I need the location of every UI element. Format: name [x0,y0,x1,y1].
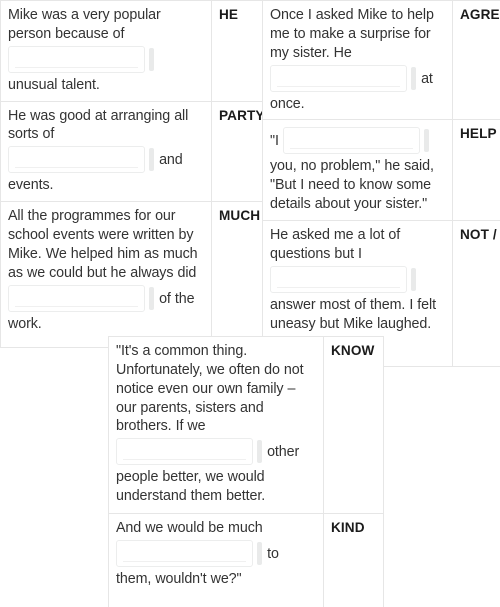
answer-input-not-can[interactable] [270,265,407,293]
sentence-text-after: unusual talent. [8,76,100,93]
prompt-he: HE [211,0,264,102]
prompt-know: KNOW [323,336,384,514]
sentence-text-after: work. [8,315,42,332]
sentence-text-middle: you, [270,158,297,175]
sentence-text-middle: other [267,444,300,461]
sentence-cell-he: Mike was a very popular person because o… [0,0,212,102]
prompt-help: HELP [452,119,500,222]
sentence-cell-agree: Once I asked Mike to help me to make a s… [262,0,453,121]
gap-wrapper [8,284,154,312]
sentence-text-before: All the programmes for our school events… [8,208,198,281]
answer-input-help[interactable] [282,127,420,155]
gap-wrapper [8,45,154,73]
answer-input-much[interactable] [8,284,145,312]
sentence-text-before: "I [270,133,279,150]
table-row: Mike was a very popular person because o… [0,0,264,102]
table-row: He was good at arranging all sorts of an… [0,100,264,203]
prompt-agree: AGREE [452,0,500,121]
sentence-text-middle: and [159,152,183,169]
resize-handle-icon[interactable] [257,440,262,464]
exercise-table-bottom: "It's a common thing. Unfortunately, we … [108,336,384,607]
table-row: Once I asked Mike to help me to make a s… [262,0,500,121]
prompt-party: PARTY [211,100,264,203]
resize-handle-icon[interactable] [411,267,416,291]
table-row: "I you, no problem," he said, "But I nee… [262,119,500,222]
exercise-table-left: Mike was a very popular person because o… [0,0,264,349]
table-row: "It's a common thing. Unfortunately, we … [108,336,384,514]
sentence-text-before: He asked me a lot of questions but I [270,227,401,262]
gap-wrapper [116,539,262,567]
sentence-cell-kind: And we would be much to them, wouldn't w… [108,513,324,607]
sentence-cell-help: "I you, no problem," he said, "But I nee… [262,119,453,222]
sentence-text-before: Once I asked Mike to help me to make a s… [270,7,434,61]
sentence-cell-know: "It's a common thing. Unfortunately, we … [108,336,324,514]
table-row: All the programmes for our school events… [0,201,264,349]
answer-input-know[interactable] [116,438,253,466]
sentence-text-after: them, wouldn't we?" [116,570,242,587]
exercise-page: Mike was a very popular person because o… [0,0,500,607]
sentence-text-before: Mike was a very popular person because o… [8,7,161,42]
gap-wrapper [270,64,416,92]
sentence-text-before: "It's a common thing. Unfortunately, we … [116,343,304,435]
sentence-text-middle: of the [159,290,195,307]
prompt-not-can: NOT / CAN [452,220,500,368]
table-row: And we would be much to them, wouldn't w… [108,513,384,607]
sentence-text-after: people better, we would understand them … [116,469,266,505]
gap-wrapper [282,127,429,155]
resize-handle-icon[interactable] [149,47,154,71]
answer-input-kind[interactable] [116,539,253,567]
sentence-cell-party: He was good at arranging all sorts of an… [0,100,212,203]
resize-handle-icon[interactable] [423,129,429,153]
resize-handle-icon[interactable] [411,66,416,90]
prompt-much: MUCH [211,201,264,349]
sentence-text-middle: to [267,545,279,562]
sentence-text-before: He was good at arranging all sorts of [8,107,189,143]
resize-handle-icon[interactable] [149,286,154,310]
sentence-text-after: events. [8,177,54,194]
answer-input-party[interactable] [8,146,145,174]
answer-input-he[interactable] [8,45,145,73]
sentence-text-after: answer most of them. I felt uneasy but M… [270,296,436,332]
sentence-text-before: And we would be much [116,520,263,536]
resize-handle-icon[interactable] [149,148,154,172]
sentence-cell-much: All the programmes for our school events… [0,201,212,349]
exercise-table-middle: Once I asked Mike to help me to make a s… [262,0,500,368]
sentence-text-middle: at [421,70,433,87]
prompt-kind: KIND [323,513,384,607]
answer-input-agree[interactable] [270,64,407,92]
gap-wrapper [270,265,416,293]
sentence-text-after: once. [270,95,305,112]
gap-wrapper [8,146,154,174]
gap-wrapper [116,438,262,466]
resize-handle-icon[interactable] [257,541,262,565]
